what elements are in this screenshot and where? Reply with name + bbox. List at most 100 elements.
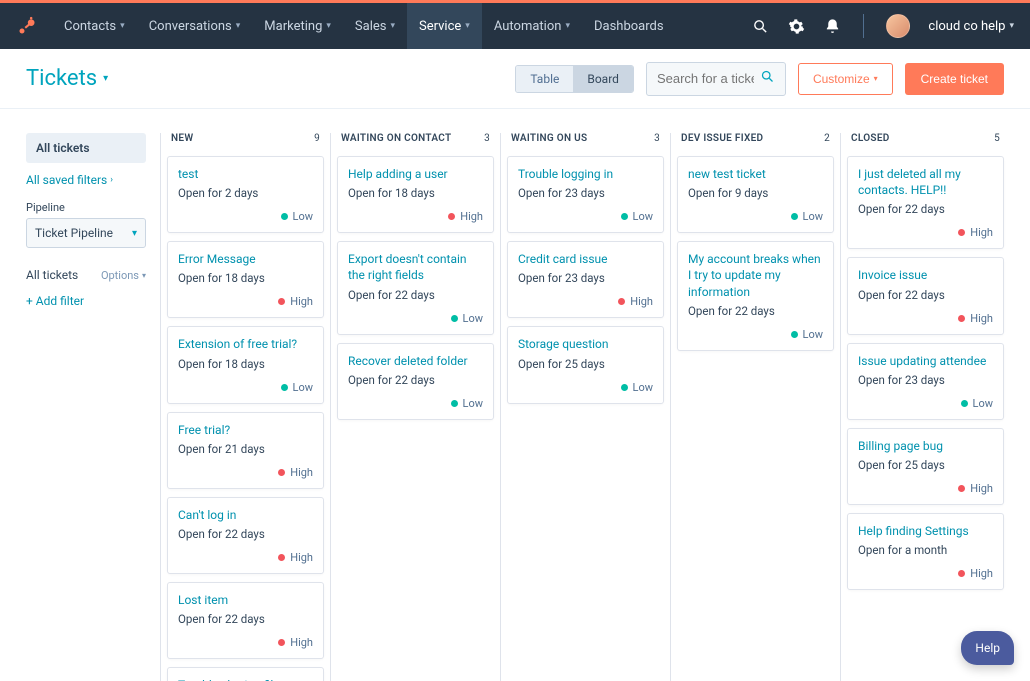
- hubspot-logo-icon[interactable]: [16, 15, 38, 37]
- nav-item-label: Dashboards: [594, 19, 664, 34]
- nav-divider: [863, 14, 864, 38]
- ticket-card[interactable]: Free trial?Open for 21 daysHigh: [167, 412, 324, 489]
- page-title: Tickets: [26, 66, 97, 91]
- ticket-priority: Low: [621, 210, 653, 223]
- ticket-card[interactable]: Error MessageOpen for 18 daysHigh: [167, 241, 324, 318]
- nav-item-label: Automation: [494, 19, 562, 34]
- chevron-right-icon: ›: [110, 175, 113, 185]
- ticket-open-duration: Open for 18 days: [178, 271, 313, 285]
- sidebar-all-tickets[interactable]: All tickets: [26, 133, 146, 163]
- avatar[interactable]: [886, 14, 910, 38]
- search-box[interactable]: [646, 62, 786, 96]
- search-icon[interactable]: [751, 17, 769, 35]
- help-fab[interactable]: Help: [961, 631, 1014, 665]
- ticket-card[interactable]: Issue updating attendeeOpen for 23 daysL…: [847, 343, 1004, 420]
- chevron-down-icon: ▾: [390, 21, 395, 31]
- ticket-open-duration: Open for 22 days: [858, 202, 993, 216]
- nav-item-conversations[interactable]: Conversations▾: [137, 3, 253, 49]
- ticket-priority: High: [618, 295, 653, 308]
- ticket-open-duration: Open for a month: [858, 543, 993, 557]
- ticket-card[interactable]: My account breaks when I try to update m…: [677, 241, 834, 351]
- ticket-card[interactable]: Invoice issueOpen for 22 daysHigh: [847, 257, 1004, 334]
- priority-dot-icon: [281, 213, 288, 220]
- ticket-card[interactable]: new test ticketOpen for 9 daysLow: [677, 156, 834, 233]
- nav-item-sales[interactable]: Sales▾: [343, 3, 407, 49]
- board-column: NEW9testOpen for 2 daysLow Error MessageO…: [160, 133, 330, 681]
- priority-dot-icon: [278, 639, 285, 646]
- nav-item-dashboards[interactable]: Dashboards: [582, 3, 676, 49]
- ticket-title: Help adding a user: [348, 166, 483, 182]
- ticket-card[interactable]: Help adding a userOpen for 18 daysHigh: [337, 156, 494, 233]
- column-name: CLOSED: [851, 133, 890, 144]
- priority-dot-icon: [958, 485, 965, 492]
- chevron-down-icon: ▾: [565, 21, 570, 31]
- ticket-open-duration: Open for 9 days: [688, 186, 823, 200]
- customize-button[interactable]: Customize ▾: [798, 63, 893, 95]
- priority-dot-icon: [278, 469, 285, 476]
- pipeline-label: Pipeline: [26, 201, 146, 214]
- board-column: WAITING ON CONTACT3Help adding a userOpe…: [330, 133, 500, 681]
- column-header: WAITING ON US3: [507, 133, 664, 156]
- options-dropdown[interactable]: Options ▾: [101, 269, 146, 282]
- board-column: DEV ISSUE FIXED2 new test ticket Open for …: [670, 133, 840, 681]
- add-filter-link[interactable]: + Add filter: [26, 294, 146, 308]
- ticket-card[interactable]: Billing page bugOpen for 25 daysHigh: [847, 428, 1004, 505]
- priority-dot-icon: [621, 384, 628, 391]
- ticket-card[interactable]: Extension of free trial?Open for 18 days…: [167, 326, 324, 403]
- view-table-button[interactable]: Table: [516, 66, 573, 92]
- column-header: CLOSED5: [847, 133, 1004, 156]
- nav-item-automation[interactable]: Automation▾: [482, 3, 582, 49]
- ticket-card[interactable]: I just deleted all my contacts. HELP!! Op…: [847, 156, 1004, 249]
- ticket-card[interactable]: Trouble logging inOpen for 23 daysLow: [507, 156, 664, 233]
- ticket-card[interactable]: Lost itemOpen for 22 daysHigh: [167, 582, 324, 659]
- nav-item-contacts[interactable]: Contacts▾: [52, 3, 137, 49]
- nav-item-label: Sales: [355, 19, 387, 34]
- ticket-card[interactable]: Trouble sharing filesOpen for 22 daysHig…: [167, 667, 324, 681]
- bell-icon[interactable]: [823, 17, 841, 35]
- board-scroll[interactable]: NEW9testOpen for 2 daysLow Error MessageO…: [160, 109, 1030, 681]
- ticket-card[interactable]: testOpen for 2 daysLow: [167, 156, 324, 233]
- account-label: cloud co help: [928, 19, 1005, 34]
- ticket-card[interactable]: Storage questionOpen for 25 daysLow: [507, 326, 664, 403]
- column-header: DEV ISSUE FIXED2: [677, 133, 834, 156]
- chevron-down-icon: ▾: [120, 21, 125, 31]
- page-title-dropdown[interactable]: Tickets ▾: [26, 66, 108, 91]
- priority-label: High: [970, 312, 993, 325]
- priority-dot-icon: [281, 384, 288, 391]
- nav-item-service[interactable]: Service▾: [407, 3, 482, 49]
- nav-item-marketing[interactable]: Marketing▾: [252, 3, 343, 49]
- column-count: 3: [654, 133, 660, 144]
- column-name: DEV ISSUE FIXED: [681, 133, 763, 144]
- chevron-down-icon: ▾: [236, 21, 241, 31]
- priority-dot-icon: [961, 400, 968, 407]
- ticket-open-duration: Open for 22 days: [348, 288, 483, 302]
- gear-icon[interactable]: [787, 17, 805, 35]
- chevron-down-icon: ▾: [326, 21, 331, 31]
- ticket-card[interactable]: Help finding SettingsOpen for a monthHig…: [847, 513, 1004, 590]
- ticket-card[interactable]: Export doesn't contain the right fieldsO…: [337, 241, 494, 334]
- kanban-board: NEW9testOpen for 2 daysLow Error MessageO…: [160, 133, 1030, 681]
- ticket-card[interactable]: Credit card issueOpen for 23 daysHigh: [507, 241, 664, 318]
- ticket-card[interactable]: Can't log inOpen for 22 daysHigh: [167, 497, 324, 574]
- view-board-button[interactable]: Board: [573, 66, 633, 92]
- priority-dot-icon: [278, 298, 285, 305]
- ticket-title: I just deleted all my contacts. HELP!!: [858, 166, 993, 198]
- ticket-priority: High: [448, 210, 483, 223]
- sidebar-saved-filters-link[interactable]: All saved filters ›: [26, 173, 146, 187]
- priority-dot-icon: [448, 213, 455, 220]
- pipeline-select[interactable]: Ticket Pipeline ▾: [26, 218, 146, 248]
- create-ticket-button[interactable]: Create ticket: [905, 63, 1004, 95]
- ticket-priority: High: [278, 466, 313, 479]
- priority-label: Low: [803, 328, 823, 341]
- search-icon: [760, 69, 775, 88]
- ticket-priority: Low: [451, 312, 483, 325]
- ticket-title: test: [178, 166, 313, 182]
- priority-label: High: [970, 226, 993, 239]
- ticket-title: new test ticket: [688, 166, 823, 182]
- column-header: NEW9: [167, 133, 324, 156]
- account-menu[interactable]: cloud co help ▾: [928, 19, 1014, 34]
- ticket-card[interactable]: Recover deleted folderOpen for 22 daysLo…: [337, 343, 494, 420]
- search-input[interactable]: [657, 71, 754, 86]
- ticket-open-duration: Open for 22 days: [688, 304, 823, 318]
- priority-dot-icon: [621, 213, 628, 220]
